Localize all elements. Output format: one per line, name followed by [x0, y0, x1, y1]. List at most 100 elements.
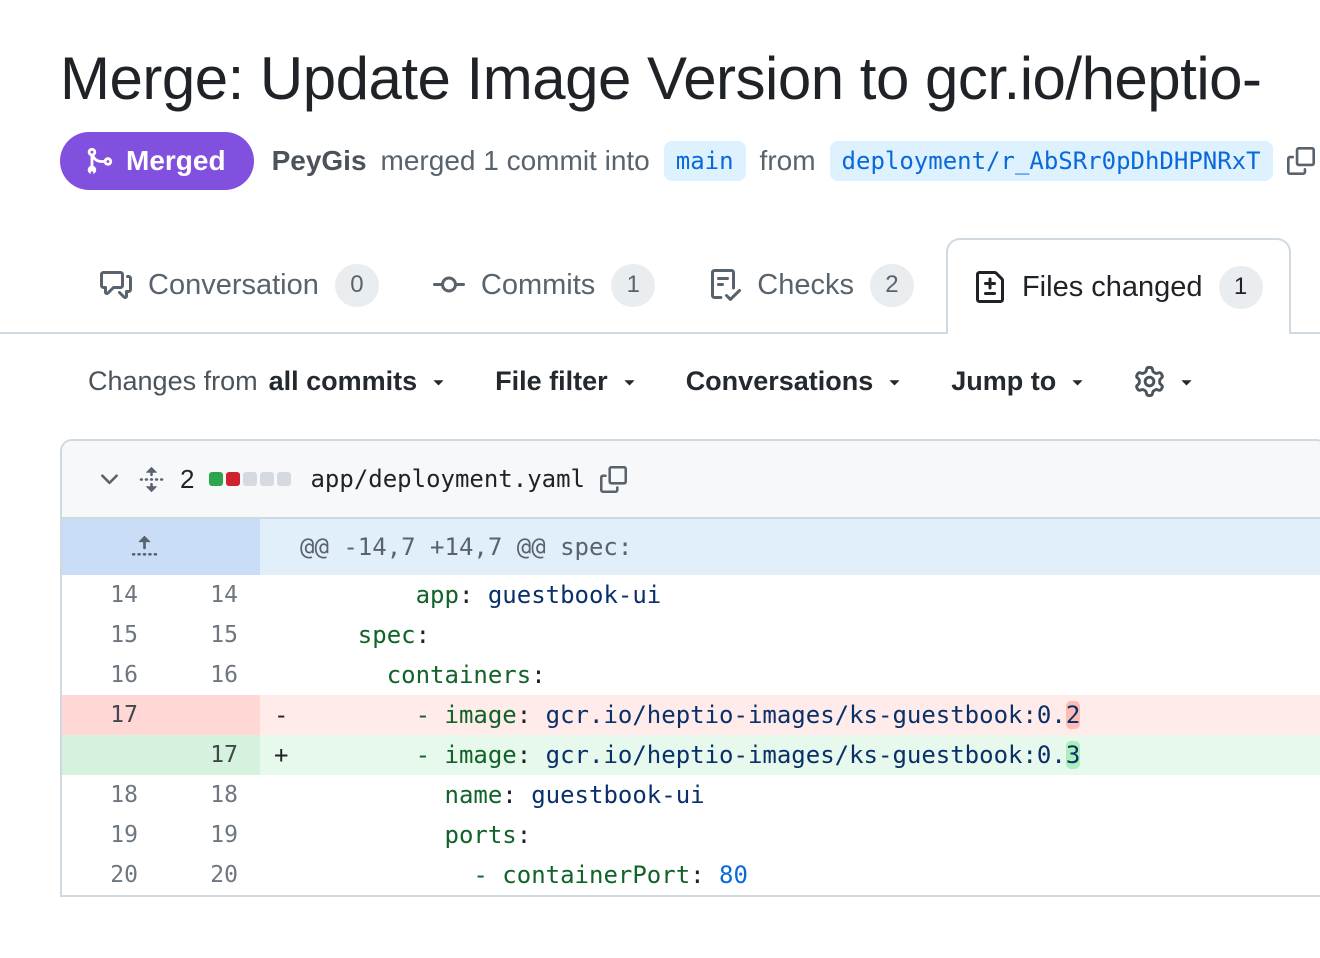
tab-counter: 1 [611, 264, 655, 307]
code-segment [300, 741, 416, 769]
tab-checks[interactable]: Checks 2 [687, 238, 936, 332]
pr-meta-row: Merged PeyGis merged 1 commit into main … [60, 132, 1320, 190]
unfold-icon[interactable] [138, 466, 165, 493]
code-segment: image [445, 701, 517, 729]
new-line-number[interactable]: 18 [160, 775, 260, 815]
chevron-down-icon[interactable] [96, 466, 123, 493]
file-diff-icon [974, 271, 1006, 303]
code-segment: containerPort [502, 861, 690, 889]
code-segment [300, 781, 445, 809]
diff-line: 1818 name: guestbook-ui [62, 775, 1320, 815]
diff-marker: + [274, 735, 300, 775]
jump-to-dropdown[interactable]: Jump to [951, 366, 1088, 397]
code-text: spec: [300, 615, 430, 655]
base-branch-label[interactable]: main [664, 141, 746, 181]
diff-table: @@ -14,7 +14,7 @@ spec: 1414 app: guestb… [62, 519, 1320, 897]
changes-from-label: Changes from [88, 366, 258, 397]
new-line-number[interactable]: 14 [160, 575, 260, 615]
merge-action-text: merged 1 commit into [381, 145, 650, 177]
code-segment: ports [445, 821, 517, 849]
tab-conversation[interactable]: Conversation 0 [78, 238, 401, 332]
conversations-label: Conversations [686, 366, 874, 397]
comment-discussion-icon [100, 269, 132, 301]
diff-marker [274, 855, 300, 895]
new-line-number[interactable]: 16 [160, 655, 260, 695]
old-line-number[interactable]: 16 [62, 655, 160, 695]
tab-label: Conversation [148, 269, 319, 302]
code-segment: spec [358, 621, 416, 649]
new-line-number[interactable]: 17 [160, 735, 260, 775]
diff-line: 1919 ports: [62, 815, 1320, 855]
code-segment: - [473, 861, 502, 889]
diff-line: 1616 containers: [62, 655, 1320, 695]
code-segment: : [416, 621, 430, 649]
code-segment: gcr.io/heptio-images/ks-guestbook:0. [546, 701, 1066, 729]
triangle-down-icon [884, 371, 905, 392]
code-segment: - [416, 741, 445, 769]
new-line-number[interactable]: 20 [160, 855, 260, 895]
file-filter-label: File filter [495, 366, 608, 397]
old-line-number[interactable] [62, 735, 160, 775]
merged-status-label: Merged [126, 145, 226, 177]
code-text: ports: [300, 815, 531, 855]
old-line-number[interactable]: 14 [62, 575, 160, 615]
code-cell: name: guestbook-ui [260, 775, 1320, 815]
fold-up-icon [130, 533, 159, 562]
old-line-number[interactable]: 19 [62, 815, 160, 855]
diff-marker [274, 615, 300, 655]
code-segment [300, 701, 416, 729]
tab-commits[interactable]: Commits 1 [411, 238, 677, 332]
triangle-down-icon [1067, 371, 1088, 392]
code-segment: : [517, 741, 546, 769]
head-branch-label[interactable]: deployment/r_AbSRr0pDhDHPNRxT [830, 141, 1273, 181]
old-line-number[interactable]: 17 [62, 695, 160, 735]
tab-files-changed[interactable]: Files changed 1 [946, 238, 1291, 334]
diffstat-square-deleted [226, 472, 240, 486]
code-segment: name [445, 781, 503, 809]
changes-from-dropdown[interactable]: Changes from all commits [88, 366, 449, 397]
code-segment: : [502, 781, 531, 809]
triangle-down-icon [619, 371, 640, 392]
copy-path-icon[interactable] [600, 466, 627, 493]
diff-marker [274, 815, 300, 855]
file-name-link[interactable]: app/deployment.yaml [310, 465, 585, 493]
new-line-number[interactable]: 19 [160, 815, 260, 855]
code-segment: 80 [719, 861, 748, 889]
pr-tabbar: Conversation 0 Commits 1 Checks 2 Files … [0, 238, 1320, 334]
diffstat-square-neutral [260, 472, 274, 486]
merged-status-badge: Merged [60, 132, 254, 190]
code-segment: containers [387, 661, 532, 689]
diff-marker: - [274, 695, 300, 735]
code-segment [300, 621, 358, 649]
tab-label: Checks [757, 269, 854, 302]
author-link[interactable]: PeyGis [272, 145, 367, 177]
changed-lines-count: 2 [180, 464, 194, 495]
code-cell: containers: [260, 655, 1320, 695]
file-header: 2 app/deployment.yaml [62, 441, 1320, 519]
code-text: - containerPort: 80 [300, 855, 748, 895]
jump-to-label: Jump to [951, 366, 1056, 397]
diff-settings-dropdown[interactable] [1134, 366, 1197, 397]
expand-hunk-button[interactable] [62, 519, 260, 575]
code-segment: : [690, 861, 719, 889]
old-line-number[interactable]: 18 [62, 775, 160, 815]
diff-marker [274, 775, 300, 815]
tab-label: Commits [481, 269, 595, 302]
code-segment [300, 581, 416, 609]
new-line-number[interactable]: 15 [160, 615, 260, 655]
code-segment: : [531, 661, 545, 689]
code-text: name: guestbook-ui [300, 775, 705, 815]
code-cell: spec: [260, 615, 1320, 655]
conversations-dropdown[interactable]: Conversations [686, 366, 906, 397]
diff-marker [274, 655, 300, 695]
pr-title: Merge: Update Image Version to gcr.io/he… [60, 44, 1320, 114]
old-line-number[interactable]: 20 [62, 855, 160, 895]
new-line-number[interactable] [160, 695, 260, 735]
diff-lines: 1414 app: guestbook-ui1515 spec:1616 con… [62, 575, 1320, 895]
old-line-number[interactable]: 15 [62, 615, 160, 655]
checklist-icon [709, 269, 741, 301]
file-diff-card: 2 app/deployment.yaml @@ -14,7 +14,7 @@ … [60, 439, 1320, 897]
code-segment: : [517, 821, 531, 849]
copy-branch-icon[interactable] [1287, 147, 1315, 175]
file-filter-dropdown[interactable]: File filter [495, 366, 640, 397]
